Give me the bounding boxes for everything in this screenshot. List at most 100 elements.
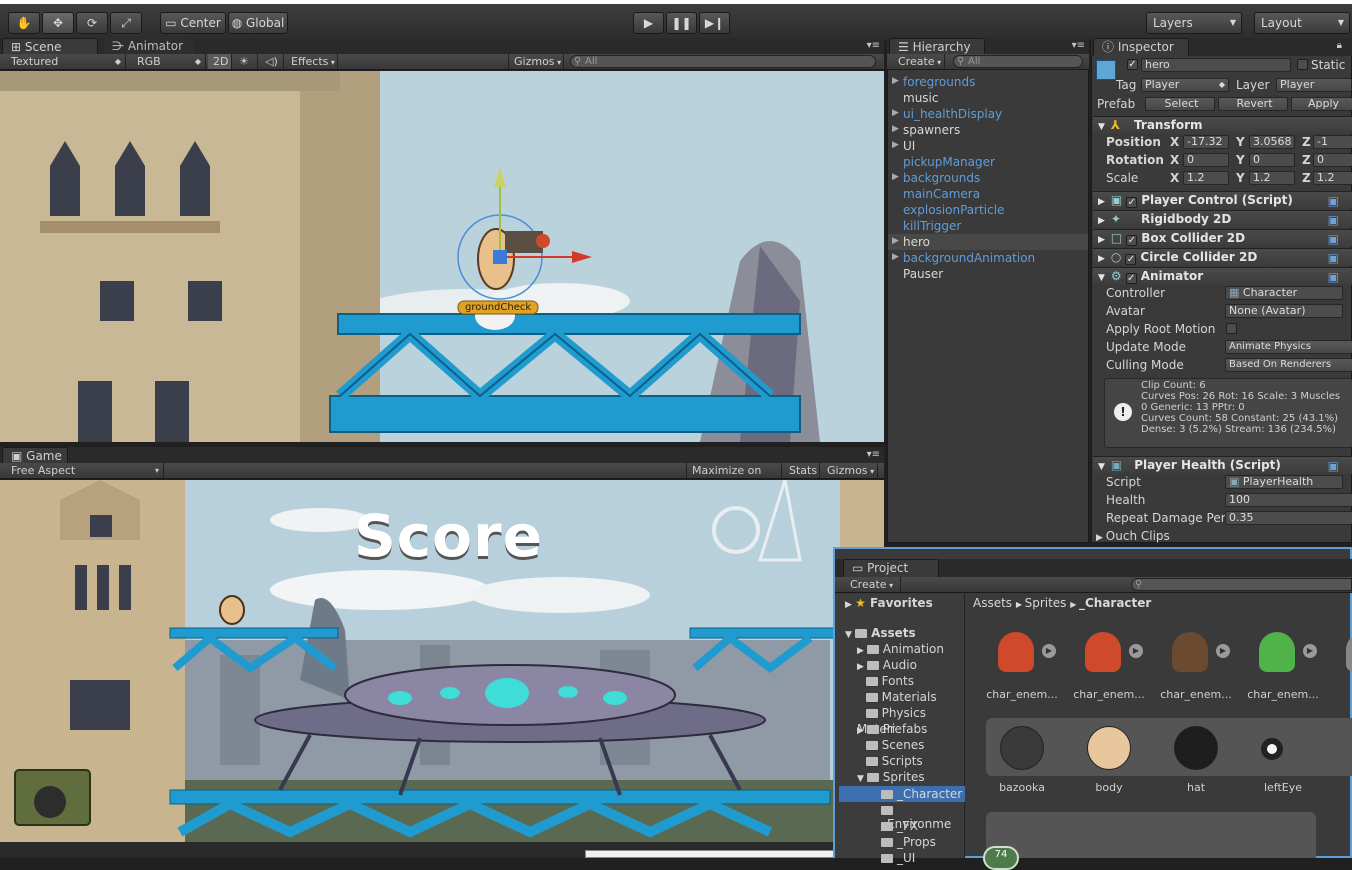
repeat-damage-field[interactable]: 0.35	[1225, 511, 1352, 525]
panel-menu-icon[interactable]: ▾≡	[867, 40, 880, 51]
rotate-tool-button[interactable]: ⟳	[76, 12, 108, 34]
asset-thumbnail[interactable]: ▶	[1247, 622, 1317, 680]
panel-menu-icon[interactable]: ▾≡	[1072, 40, 1085, 51]
scale-y-field[interactable]: 1.2	[1249, 171, 1295, 185]
scale-x-field[interactable]: 1.2	[1183, 171, 1229, 185]
help-icon[interactable]: ▣	[1328, 458, 1339, 475]
hierarchy-item[interactable]: Pauser	[903, 267, 943, 281]
step-button[interactable]: ▶❙	[699, 12, 730, 34]
scene-search-input[interactable]: ⚲ All	[570, 55, 876, 68]
active-checkbox[interactable]: ✓	[1127, 59, 1138, 70]
hierarchy-item[interactable]: hero	[903, 235, 930, 249]
sprite-preview[interactable]	[1174, 726, 1218, 770]
foldout-closed-icon[interactable]: ▶	[1093, 254, 1105, 264]
rotation-z-field[interactable]: 0	[1313, 153, 1352, 167]
play-icon[interactable]: ▶	[1303, 644, 1317, 658]
stats-toggle[interactable]: Stats	[784, 463, 820, 478]
subfolder-item[interactable]: _UI	[881, 851, 915, 865]
game-viewport[interactable]: Score	[0, 480, 884, 842]
project-search-input[interactable]: ⚲	[1131, 578, 1352, 591]
maximize-toggle[interactable]: Maximize on Play	[686, 463, 782, 492]
foldout-closed-icon[interactable]: ▶	[892, 108, 899, 118]
foldout-closed-icon[interactable]: ▶	[892, 76, 899, 86]
space-global-button[interactable]: ◍ Global	[228, 12, 288, 34]
lighting-toggle[interactable]: ☀	[234, 54, 258, 69]
foldout-closed-icon[interactable]: ▶	[892, 252, 899, 262]
audio-toggle[interactable]: ◁)	[260, 54, 284, 69]
render-mode-dropdown[interactable]: RGB ◆	[132, 54, 206, 69]
effects-dropdown[interactable]: Effects ▾	[286, 54, 338, 69]
update-mode-dropdown[interactable]: Animate Physics	[1225, 340, 1352, 354]
foldout-closed-icon[interactable]: ▶	[892, 172, 899, 182]
layout-dropdown[interactable]: Layout ▼	[1254, 12, 1350, 34]
play-icon[interactable]: ▶	[1129, 644, 1143, 658]
asset-thumbnail[interactable]: ▶	[1334, 622, 1352, 680]
prefab-revert-button[interactable]: Revert	[1218, 97, 1288, 111]
sprite-preview[interactable]	[1261, 738, 1283, 760]
folder-item[interactable]: Materials	[857, 690, 937, 706]
asset-thumbnail[interactable]: ▶	[1160, 622, 1230, 680]
tab-project[interactable]: ▭ Project	[843, 559, 939, 577]
move-tool-button[interactable]: ✥	[42, 12, 74, 34]
scale-tool-button[interactable]: ⤢	[110, 12, 142, 34]
breadcrumb-sprites[interactable]: Sprites	[1025, 596, 1067, 610]
help-icon[interactable]: ▣	[1328, 269, 1339, 286]
hierarchy-item[interactable]: backgroundAnimation	[903, 251, 1035, 265]
transform-header[interactable]: ▼ ⅄ Transform	[1093, 116, 1352, 134]
tag-dropdown[interactable]: Player ◆	[1141, 78, 1229, 92]
prefab-apply-button[interactable]: Apply	[1291, 97, 1352, 111]
layers-dropdown[interactable]: Layers ▼	[1146, 12, 1242, 34]
hierarchy-create-dropdown[interactable]: Create ▾	[893, 54, 945, 69]
hierarchy-item[interactable]: explosionParticle	[903, 203, 1004, 217]
hierarchy-item[interactable]: ui_healthDisplay	[903, 107, 1002, 121]
project-create-dropdown[interactable]: Create ▾	[845, 577, 901, 592]
culling-mode-dropdown[interactable]: Based On Renderers	[1225, 358, 1352, 372]
pause-button[interactable]: ❚❚	[666, 12, 697, 34]
health-field[interactable]: 100	[1225, 493, 1352, 507]
avatar-field[interactable]: None (Avatar)	[1225, 304, 1343, 318]
tab-inspector[interactable]: ⓘ Inspector	[1093, 38, 1189, 56]
foldout-closed-icon[interactable]: ▶	[1093, 216, 1105, 226]
component-enabled-checkbox[interactable]: ✓	[1126, 197, 1138, 208]
hierarchy-item[interactable]: mainCamera	[903, 187, 980, 201]
favorites-item[interactable]: ▶ ★ Favorites	[845, 596, 933, 612]
layer-dropdown[interactable]: Player	[1276, 78, 1352, 92]
help-icon[interactable]: ▣	[1328, 231, 1339, 248]
help-icon[interactable]: ▣	[1328, 212, 1339, 229]
sprite-preview[interactable]	[1087, 726, 1131, 770]
hierarchy-item[interactable]: music	[903, 91, 938, 105]
gizmos-dropdown[interactable]: Gizmos ▾	[508, 54, 564, 69]
play-icon[interactable]: ▶	[1042, 644, 1056, 658]
controller-field[interactable]: ▦ Character	[1225, 286, 1343, 300]
foldout-closed-icon[interactable]: ▶	[1093, 197, 1105, 207]
rotation-y-field[interactable]: 0	[1249, 153, 1295, 167]
rotation-x-field[interactable]: 0	[1183, 153, 1229, 167]
component-header[interactable]: ▼ ⚙ ✓ Animator ▣	[1093, 267, 1352, 285]
hierarchy-item[interactable]: killTrigger	[903, 219, 961, 233]
aspect-dropdown[interactable]: Free Aspect ▾	[6, 463, 164, 478]
sprite-preview[interactable]	[1000, 726, 1044, 770]
hierarchy-item[interactable]: foregrounds	[903, 75, 975, 89]
folder-item[interactable]: ▼ Sprites	[857, 770, 925, 786]
subfolder-item[interactable]: _FX	[881, 819, 918, 833]
hierarchy-item[interactable]: backgrounds	[903, 171, 980, 185]
position-x-field[interactable]: -17.32	[1183, 135, 1229, 149]
2d-mode-toggle[interactable]: 2D	[208, 54, 232, 69]
subfolder-item[interactable]: _Props	[881, 835, 936, 849]
asset-thumbnail[interactable]: ▶	[986, 622, 1056, 680]
component-enabled-checkbox[interactable]: ✓	[1125, 254, 1137, 265]
folder-item[interactable]: ▶ Audio	[857, 658, 917, 674]
static-checkbox[interactable]	[1297, 59, 1308, 70]
object-name-field[interactable]: hero	[1141, 58, 1291, 72]
component-enabled-checkbox[interactable]: ✓	[1126, 235, 1138, 246]
component-header[interactable]: ▶ ▣ ✓ Player Control (Script) ▣	[1093, 191, 1352, 209]
player-health-header[interactable]: ▼ ▣ Player Health (Script) ▣	[1093, 456, 1352, 474]
shading-dropdown[interactable]: Textured ◆	[6, 54, 126, 69]
folder-item[interactable]: ▶ Animation	[857, 642, 944, 658]
folder-item[interactable]: Fonts	[857, 674, 914, 690]
foldout-closed-icon[interactable]: ▶	[892, 236, 899, 246]
breadcrumb-character[interactable]: _Character	[1079, 596, 1151, 610]
folder-item[interactable]: Scenes	[857, 738, 924, 754]
script-field[interactable]: ▣ PlayerHealth	[1225, 475, 1343, 489]
hierarchy-item[interactable]: UI	[903, 139, 915, 153]
